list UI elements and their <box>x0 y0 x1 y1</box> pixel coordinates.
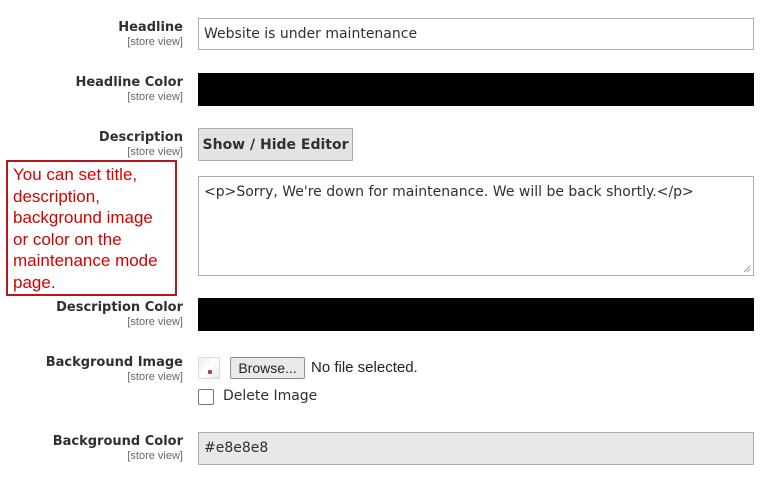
description-color-picker[interactable] <box>198 298 754 331</box>
description-label-group: Description [store view] <box>99 130 183 158</box>
description-color-label: Description Color <box>56 300 183 315</box>
description-color-scope: [store view] <box>127 316 183 328</box>
browse-button[interactable]: Browse... <box>230 357 305 379</box>
description-label: Description <box>98 130 183 145</box>
headline-label-group: Headline [store view] <box>118 20 183 48</box>
headline-color-label: Headline Color <box>75 75 183 90</box>
headline-label: Headline <box>118 20 183 35</box>
description-text: <p>Sorry, We're down for maintenance. We… <box>204 184 694 200</box>
headline-scope: [store view] <box>127 36 183 48</box>
description-scope: [store view] <box>127 146 183 158</box>
description-color-label-group: Description Color [store view] <box>56 300 183 328</box>
background-image-thumbnail[interactable] <box>198 357 220 379</box>
annotation-callout: You can set title, description, backgrou… <box>6 160 177 296</box>
delete-image-label[interactable]: Delete Image <box>223 388 317 404</box>
background-image-scope: [store view] <box>127 371 183 383</box>
background-color-input[interactable]: #e8e8e8 <box>198 432 754 465</box>
headline-input[interactable]: Website is under maintenance <box>198 18 754 50</box>
background-color-label: Background Color <box>52 434 183 449</box>
description-textarea[interactable]: <p>Sorry, We're down for maintenance. We… <box>198 176 754 276</box>
resize-grip-icon[interactable] <box>742 264 751 273</box>
show-hide-editor-button[interactable]: Show / Hide Editor <box>198 128 353 161</box>
headline-color-picker[interactable] <box>198 73 754 106</box>
delete-image-checkbox[interactable] <box>198 389 214 405</box>
background-image-label-group: Background Image [store view] <box>46 355 183 383</box>
headline-color-label-group: Headline Color [store view] <box>75 75 183 103</box>
headline-color-scope: [store view] <box>127 91 183 103</box>
file-status-text: No file selected. <box>311 359 418 376</box>
background-color-scope: [store view] <box>127 450 183 462</box>
background-color-label-group: Background Color [store view] <box>53 434 183 462</box>
background-image-label: Background Image <box>45 355 183 370</box>
